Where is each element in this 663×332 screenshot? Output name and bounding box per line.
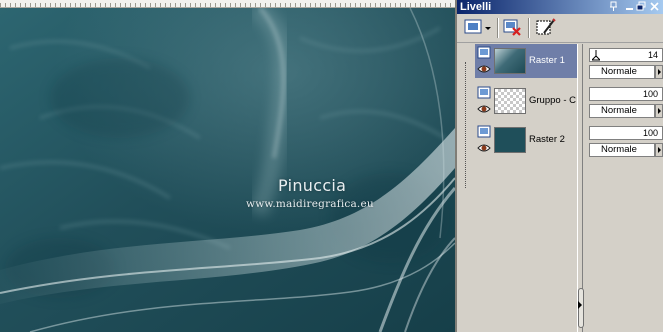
- palette-title: Livelli: [460, 1, 492, 13]
- layer-name: Raster 2: [529, 134, 565, 145]
- layer-properties-column: 14 Normale 100 Normale 100 Normale: [585, 44, 663, 332]
- watermark-title: Pinuccia: [278, 176, 347, 195]
- layer-row-raster-1[interactable]: Raster 1: [475, 44, 577, 78]
- new-layer-button[interactable]: [463, 17, 495, 38]
- palette-titlebar[interactable]: Livelli: [457, 0, 663, 14]
- delete-layer-icon: [503, 19, 521, 36]
- blend-mode-select[interactable]: Normale: [589, 65, 655, 79]
- raster-layer-icon: [477, 46, 491, 59]
- group-layer-icon: [477, 86, 491, 99]
- layer-name: Raster 1: [529, 55, 565, 66]
- artwork-image: [0, 8, 455, 332]
- new-layer-icon: [464, 19, 491, 34]
- blend-mode-value: Normale: [601, 66, 637, 77]
- layer-row-raster-2[interactable]: Raster 2: [475, 123, 577, 157]
- blend-mode-arrow-icon[interactable]: [655, 143, 663, 157]
- watermark-url: www.maidiregrafica.eu: [246, 198, 374, 210]
- chevron-right-icon: [578, 301, 582, 309]
- image-canvas[interactable]: Pinuccia www.maidiregrafica.eu: [0, 0, 455, 332]
- opacity-slider[interactable]: 100: [589, 87, 663, 101]
- slider-thumb-icon: [592, 50, 600, 61]
- eye-icon[interactable]: [477, 143, 491, 153]
- opacity-slider[interactable]: 100: [589, 126, 663, 140]
- delete-layer-button[interactable]: [502, 17, 524, 38]
- blend-mode-select[interactable]: Normale: [589, 143, 655, 157]
- layer-props-gruppo: 100 Normale: [589, 87, 663, 121]
- opacity-value: 14: [647, 50, 658, 60]
- blend-mode-select[interactable]: Normale: [589, 104, 655, 118]
- horizontal-ruler: [0, 0, 455, 8]
- palette-toolbar: [457, 14, 663, 43]
- layers-palette: Livelli Raster 1 Gruppo - C Raster 2 14 …: [455, 0, 663, 332]
- layer-thumbnail: [494, 48, 526, 74]
- blend-mode-value: Normale: [601, 105, 637, 116]
- raster-layer-icon: [477, 125, 491, 138]
- layer-properties-icon: [536, 18, 556, 35]
- layer-properties-button[interactable]: [535, 17, 557, 38]
- layer-name: Gruppo - C: [529, 95, 576, 106]
- layer-thumbnail: [494, 127, 526, 153]
- layer-row-gruppo[interactable]: Gruppo - C: [475, 84, 577, 118]
- collapse-handle[interactable]: [578, 288, 584, 328]
- tree-connector: [465, 62, 474, 188]
- restore-icon[interactable]: [635, 1, 648, 12]
- opacity-value: 100: [642, 89, 658, 99]
- layer-props-raster-2: 100 Normale: [589, 126, 663, 160]
- close-icon[interactable]: [648, 1, 661, 12]
- layer-props-raster-1: 14 Normale: [589, 48, 663, 82]
- eye-icon[interactable]: [477, 64, 491, 74]
- opacity-value: 100: [642, 128, 658, 138]
- blend-mode-arrow-icon[interactable]: [655, 65, 663, 79]
- layer-thumbnail: [494, 88, 526, 114]
- eye-icon[interactable]: [477, 104, 491, 114]
- blend-mode-arrow-icon[interactable]: [655, 104, 663, 118]
- layer-tree: Raster 1 Gruppo - C Raster 2: [457, 44, 583, 332]
- opacity-slider[interactable]: 14: [589, 48, 663, 62]
- blend-mode-value: Normale: [601, 144, 637, 155]
- pin-icon[interactable]: [607, 1, 620, 12]
